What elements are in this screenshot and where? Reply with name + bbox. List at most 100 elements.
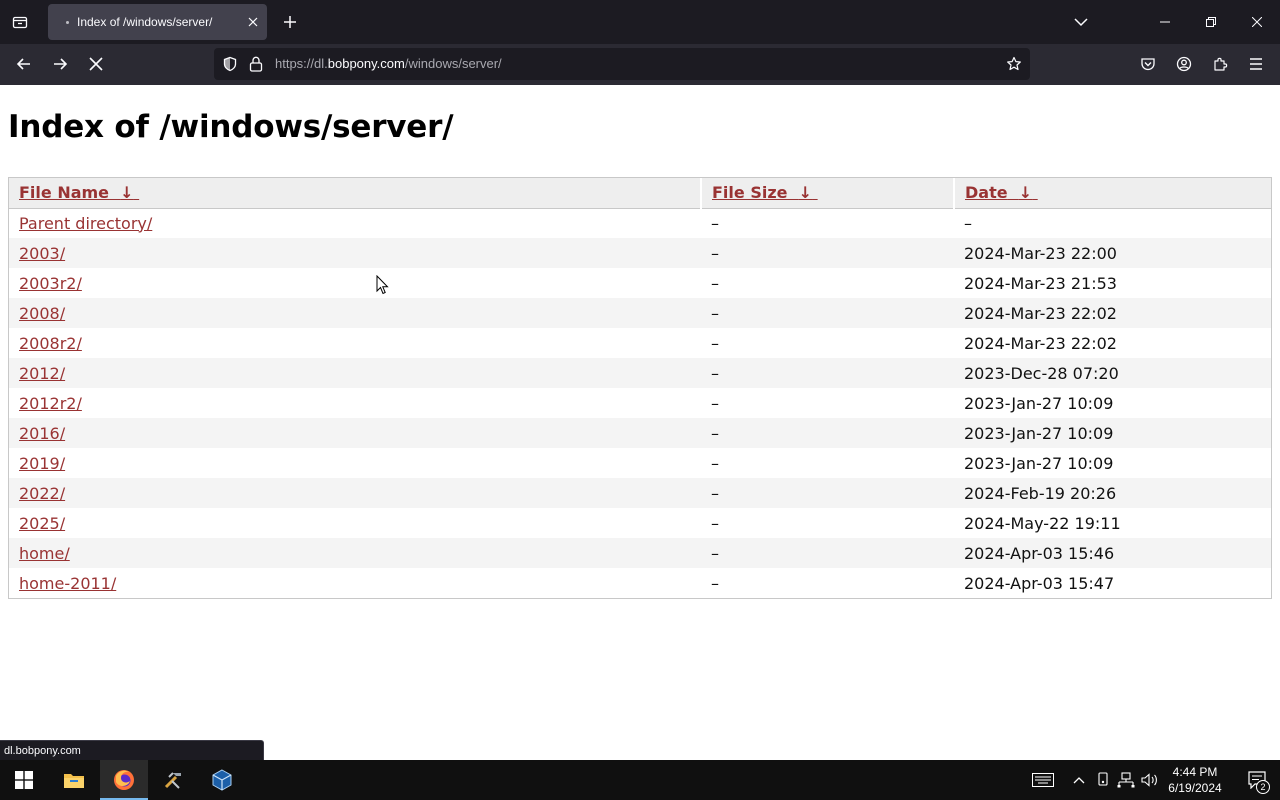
minimize-button[interactable] [1142,0,1188,44]
cell-file-name: 2012r2/ [9,388,701,418]
cell-file-name: 2003r2/ [9,268,701,298]
cell-file-name: 2012/ [9,358,701,388]
device-icon [1098,772,1108,786]
tracking-protection-button[interactable] [220,54,240,74]
system-clock[interactable]: 4:44 PM 6/19/2024 [1160,764,1230,796]
volume-button[interactable] [1140,770,1160,790]
touch-keyboard-button[interactable] [1031,770,1055,790]
arrow-left-icon [16,58,30,70]
close-window-button[interactable] [1234,0,1280,44]
cell-file-size: – [701,298,954,328]
tab-close-button[interactable] [239,8,267,36]
network-button[interactable] [1116,770,1136,790]
table-row: 2003/ –2024-Mar-23 22:00 [9,238,1271,268]
account-button[interactable] [1168,48,1200,80]
directory-link[interactable]: home/ [19,544,70,563]
taskbar-file-explorer[interactable] [50,760,98,800]
sort-by-date-link[interactable]: Date ↓ [965,183,1038,202]
chevron-up-icon [1073,777,1085,784]
action-center-button[interactable]: 2 [1234,760,1280,800]
forward-button[interactable] [44,48,76,80]
cell-date: 2024-Feb-19 20:26 [954,478,1271,508]
cell-date: 2023-Jan-27 10:09 [964,393,1114,413]
cell-file-name: 2025/ [9,508,701,538]
mouse-cursor-icon [376,275,389,295]
back-button[interactable] [8,48,40,80]
directory-link[interactable]: 2003/ [19,244,65,263]
directory-link[interactable]: 2008r2/ [19,334,82,353]
address-bar[interactable]: https://dl.bobpony.com/windows/server/ [214,48,1030,80]
close-icon [248,17,258,27]
cell-file-size: – [711,273,719,293]
table-row: 2012r2/ – 2023-Jan-27 10:09 [9,388,1271,418]
extensions-button[interactable] [1204,48,1236,80]
link-status-tooltip: dl.bobpony.com [0,740,264,760]
stop-icon [89,57,103,71]
tray-device-icon-button[interactable] [1093,770,1113,790]
directory-link[interactable]: home-2011/ [19,574,116,593]
cell-file-size: – [701,478,954,508]
show-hidden-icons-button[interactable] [1069,770,1089,790]
cell-file-size: – [711,333,719,353]
tab-bar: Index of /windows/server/ [0,0,1280,44]
directory-link[interactable]: 2012r2/ [19,394,82,413]
header-file-name: File Name ↓ [9,178,701,209]
url-host-prefix: dl. [314,56,328,71]
directory-link[interactable]: 2003r2/ [19,274,82,293]
taskbar-firefox[interactable] [100,760,148,800]
sort-arrow-icon: ↓ [120,183,134,203]
app-menu-button[interactable] [1240,48,1272,80]
start-button[interactable] [0,760,48,800]
directory-link[interactable]: 2022/ [19,484,65,503]
restore-button[interactable] [1188,0,1234,44]
firefox-view-button[interactable] [0,0,40,44]
cell-date: 2024-Apr-03 15:46 [954,538,1271,568]
cell-date: 2024-Mar-23 22:00 [954,238,1271,268]
clock-date: 6/19/2024 [1168,781,1222,795]
directory-link[interactable]: 2025/ [19,514,65,533]
header-label: File Name [19,183,110,203]
windows-start-icon [15,771,33,789]
directory-link[interactable]: 2016/ [19,424,65,443]
table-row: 2012/ –2023-Dec-28 07:20 [9,358,1271,388]
cell-date: 2024-May-22 19:11 [964,513,1121,533]
cell-date: 2023-Jan-27 10:09 [964,453,1114,473]
table-row: Parent directory/ – – [9,208,1271,238]
pocket-button[interactable] [1132,48,1164,80]
browser-tab-active[interactable]: Index of /windows/server/ [48,4,267,40]
cell-file-size: – [711,573,719,593]
table-row: 2016/ –2023-Jan-27 10:09 [9,418,1271,448]
notification-count-badge: 2 [1256,780,1270,794]
cell-file-name: 2022/ [9,478,701,508]
plus-icon [284,16,296,28]
url-host: bobpony.com [327,56,405,71]
url-text[interactable]: https://dl.bobpony.com/windows/server/ [275,56,502,71]
bookmark-page-button[interactable] [1002,52,1026,76]
sort-by-size-link[interactable]: File Size ↓ [712,183,818,202]
page-title: Index of /windows/server/ [8,109,454,145]
star-icon [1007,56,1021,71]
cell-date: 2024-Mar-23 22:02 [964,333,1117,353]
close-icon [1252,17,1262,27]
folder-icon [64,774,84,788]
puzzle-icon [1214,57,1228,71]
cell-file-name: Parent directory/ [9,208,701,238]
directory-link[interactable]: 2019/ [19,454,65,473]
cell-file-name: home-2011/ [9,568,701,598]
cell-file-size: – [711,453,719,473]
cell-date: 2023-Jan-27 10:09 [954,418,1271,448]
directory-link[interactable]: Parent directory/ [19,214,152,233]
list-all-tabs-button[interactable] [1066,8,1096,36]
site-info-button[interactable] [246,54,266,74]
stop-loading-button[interactable] [80,48,112,80]
new-tab-button[interactable] [276,8,304,36]
directory-link[interactable]: 2012/ [19,364,65,383]
account-icon [1176,56,1192,72]
directory-link[interactable]: 2008/ [19,304,65,323]
taskbar-virtualbox[interactable] [198,760,246,800]
cell-file-name: 2016/ [9,418,701,448]
sort-by-name-link[interactable]: File Name ↓ [19,183,139,202]
taskbar-tool-app[interactable] [150,760,198,800]
table-header-row: File Name ↓ File Size ↓ Date ↓ [9,178,1271,209]
keyboard-icon [1032,773,1054,787]
